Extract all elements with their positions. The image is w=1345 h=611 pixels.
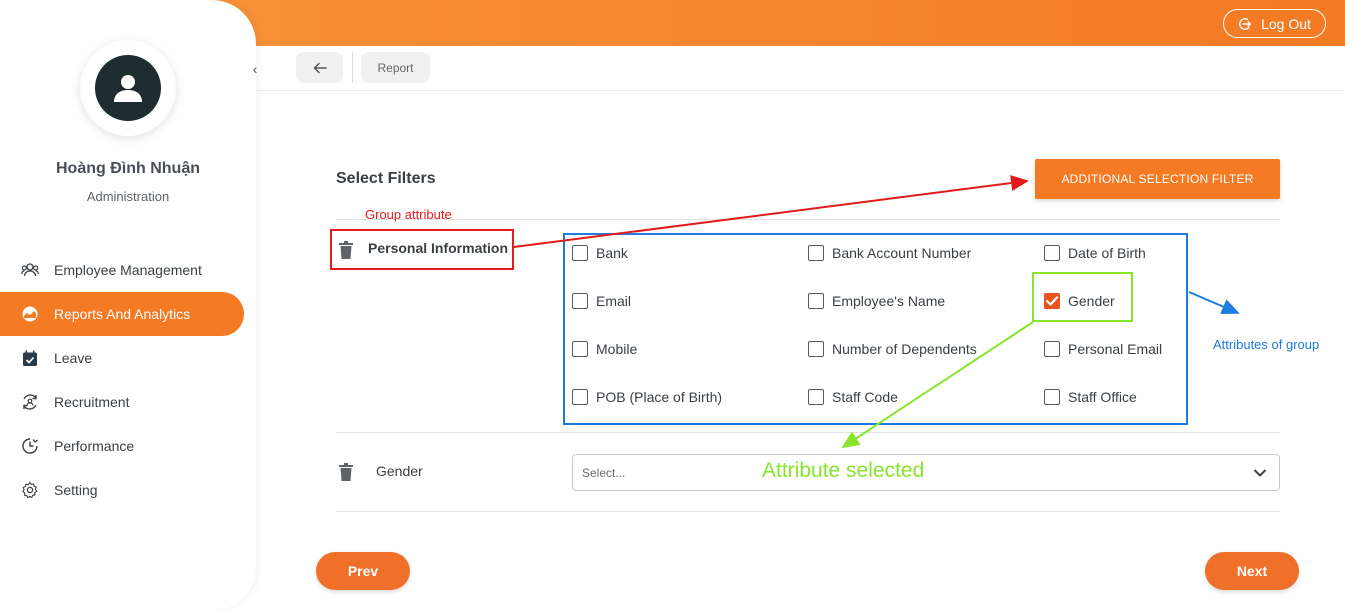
avatar[interactable] [80, 40, 176, 136]
page-title: Select Filters [336, 170, 436, 187]
select-placeholder: Select... [582, 465, 626, 480]
breadcrumb: Report [256, 46, 1345, 91]
user-avatar-icon [95, 55, 161, 121]
sidebar-item-performance[interactable]: Performance [0, 424, 244, 468]
sidebar-item-leave[interactable]: Leave [0, 336, 244, 380]
calendar-check-icon [20, 348, 40, 368]
sidebar-item-setting[interactable]: Setting [0, 468, 244, 512]
filter-label: Gender [376, 463, 423, 479]
divider [336, 432, 1280, 433]
user-role: Administration [86, 189, 170, 204]
sidebar-menu: Employee Management Reports And Analytic… [0, 248, 256, 512]
breadcrumb-item-report[interactable]: Report [361, 52, 430, 83]
sidebar-item-employee-management[interactable]: Employee Management [0, 248, 244, 292]
sidebar-item-label: Employee Management [54, 262, 202, 278]
logout-button[interactable]: Log Out [1223, 9, 1326, 38]
chart-pie-icon [20, 304, 40, 324]
sidebar-item-label: Reports And Analytics [54, 306, 191, 322]
sidebar-item-label: Leave [54, 350, 93, 366]
annotation-attribute-selected: Attribute selected [762, 459, 925, 482]
logout-label: Log Out [1261, 15, 1311, 32]
sidebar-item-label: Setting [54, 482, 98, 498]
gear-icon [20, 480, 40, 500]
clock-performance-icon [20, 436, 40, 456]
annotation-attributes-of-group: Attributes of group [1213, 337, 1320, 352]
logout-icon [1239, 17, 1252, 30]
annotation-selected-box [1032, 272, 1133, 322]
app-root: Log Out Hoàng Đình Nhuận Administration … [0, 0, 1345, 611]
breadcrumb-divider [352, 52, 353, 83]
gender-select[interactable]: Select... [572, 454, 1280, 491]
sidebar-item-label: Recruitment [54, 394, 130, 410]
users-icon [20, 260, 40, 280]
sidebar: Hoàng Đình Nhuận Administration Employee… [0, 0, 256, 611]
prev-button[interactable]: Prev [316, 552, 410, 590]
annotation-group-box [330, 229, 514, 270]
collapse-sidebar-icon[interactable]: ‹ [248, 60, 262, 78]
recruit-cycle-icon [20, 392, 40, 412]
sidebar-item-recruitment[interactable]: Recruitment [0, 380, 244, 424]
arrow-left-icon [313, 62, 327, 73]
divider [336, 511, 1280, 512]
sidebar-item-reports-and-analytics[interactable]: Reports And Analytics [0, 292, 244, 336]
divider [336, 219, 1280, 220]
back-button[interactable] [296, 52, 343, 83]
annotation-group-attribute: Group attribute [365, 207, 452, 222]
user-name: Hoàng Đình Nhuận [56, 160, 200, 177]
annotation-attributes-box [563, 233, 1188, 425]
chevron-down-icon [1254, 469, 1266, 477]
next-button[interactable]: Next [1205, 552, 1299, 590]
additional-selection-filter-button[interactable]: ADDITIONAL SELECTION FILTER [1035, 159, 1280, 199]
annotation-arrow-blue [1188, 291, 1240, 315]
sidebar-item-label: Performance [54, 438, 135, 454]
trash-icon[interactable] [338, 463, 354, 481]
